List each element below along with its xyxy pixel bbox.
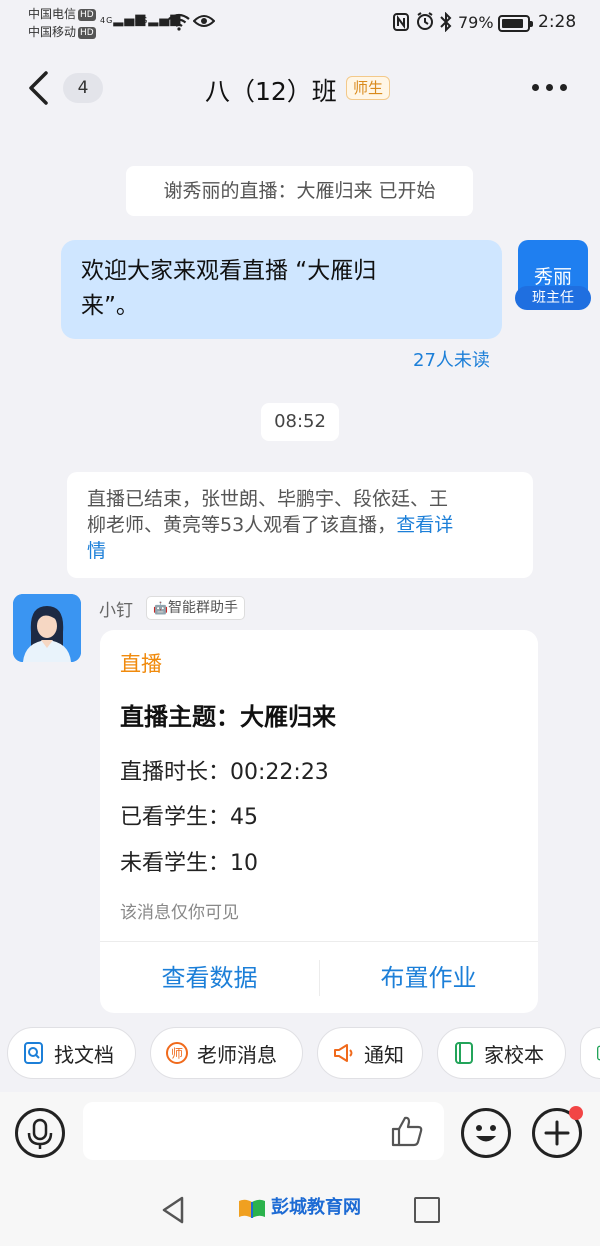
view-data-button[interactable]: 查看数据 (100, 958, 319, 998)
view-details-link[interactable]: 查看详 (396, 514, 453, 536)
notebook-icon-2 (597, 1045, 600, 1061)
view-details-link-2[interactable]: 情 (87, 540, 106, 562)
nfc-icon (393, 13, 409, 31)
eye-icon (193, 15, 215, 27)
assign-homework-button[interactable]: 布置作业 (319, 958, 538, 998)
book-logo-icon (239, 1199, 265, 1218)
live-duration: 直播时长：00:22:23 (120, 760, 329, 785)
find-document-chip[interactable]: 找文档 (7, 1027, 136, 1079)
nav-recent-apps-icon[interactable] (414, 1197, 440, 1223)
alarm-icon (417, 12, 433, 30)
notebook-icon (455, 1042, 473, 1064)
smile-icon (476, 1125, 496, 1142)
status-bar: 中国电信 HD 中国移动 HD 4G▂▄▆ 4G▂▄▆ 79% 2:28 (0, 0, 600, 48)
robot-icon: 🤖 (153, 601, 168, 615)
notice-chip[interactable]: 通知 (317, 1027, 423, 1079)
timestamp: 08:52 (261, 403, 339, 441)
message-bubble[interactable]: 欢迎大家来观看直播 “大雁归 来”。 (61, 240, 502, 339)
bot-avatar[interactable] (13, 594, 81, 662)
sender-role-badge: 班主任 (515, 286, 591, 310)
not-watched-students: 未看学生：10 (120, 851, 258, 876)
voice-button[interactable] (15, 1108, 65, 1158)
emoji-button[interactable] (461, 1108, 511, 1158)
page-title: 八（12）班 (205, 77, 337, 106)
assistant-tag: 🤖智能群助手 (146, 596, 245, 620)
nav-back-icon[interactable] (160, 1195, 186, 1225)
battery-percent: 79% (458, 13, 494, 32)
carrier-telecom: 中国电信 HD (28, 7, 96, 21)
back-icon[interactable] (26, 70, 52, 106)
thumbs-up-icon[interactable] (389, 1114, 425, 1148)
summary-line1: 直播已结束，张世朗、毕鹏宇、段依廷、王 (87, 488, 449, 510)
card-type: 直播 (120, 652, 162, 676)
system-notice: 谢秀丽的直播：大雁归来 已开始 (126, 166, 473, 216)
document-search-icon (24, 1042, 43, 1064)
summary-line2: 柳老师、黄亮等53人观看了该直播， (87, 514, 397, 536)
teacher-icon: 师 (166, 1042, 188, 1064)
wifi-icon (168, 13, 190, 31)
visibility-note: 该消息仅你可见 (120, 903, 239, 923)
watermark: 彭城教育网 (237, 1193, 361, 1219)
carrier-mobile: 中国移动 HD (28, 25, 96, 39)
more-icon[interactable] (532, 84, 568, 92)
teacher-message-chip[interactable]: 师 老师消息 (150, 1027, 303, 1079)
bot-name: 小钉 (99, 601, 133, 621)
card-topic: 直播主题：大雁归来 (120, 703, 336, 731)
live-summary: 直播已结束，张世朗、毕鹏宇、段依廷、王 柳老师、黄亮等53人观看了该直播，查看详… (67, 472, 533, 578)
message-input[interactable] (83, 1102, 444, 1160)
message-text-line1: 欢迎大家来观看直播 “大雁归 (81, 258, 377, 284)
bluetooth-icon (440, 12, 452, 32)
group-role-tag: 师生 (346, 76, 391, 100)
battery-icon (498, 15, 533, 32)
unread-count-badge[interactable]: 4 (63, 73, 103, 103)
notification-dot (569, 1106, 583, 1120)
home-school-book-chip[interactable]: 家校本 (437, 1027, 566, 1079)
card-divider (100, 941, 538, 942)
svg-text:师: 师 (171, 1047, 183, 1061)
watched-students: 已看学生：45 (120, 805, 258, 830)
more-chip[interactable] (580, 1027, 600, 1079)
unread-status[interactable]: 27人未读 (413, 346, 490, 372)
avatar-name: 秀丽 (533, 266, 572, 288)
message-text-line2: 来”。 (81, 293, 139, 319)
microphone-icon (27, 1118, 53, 1149)
megaphone-icon (334, 1044, 353, 1062)
clock: 2:28 (538, 12, 577, 32)
assistant-avatar-icon (13, 594, 81, 662)
